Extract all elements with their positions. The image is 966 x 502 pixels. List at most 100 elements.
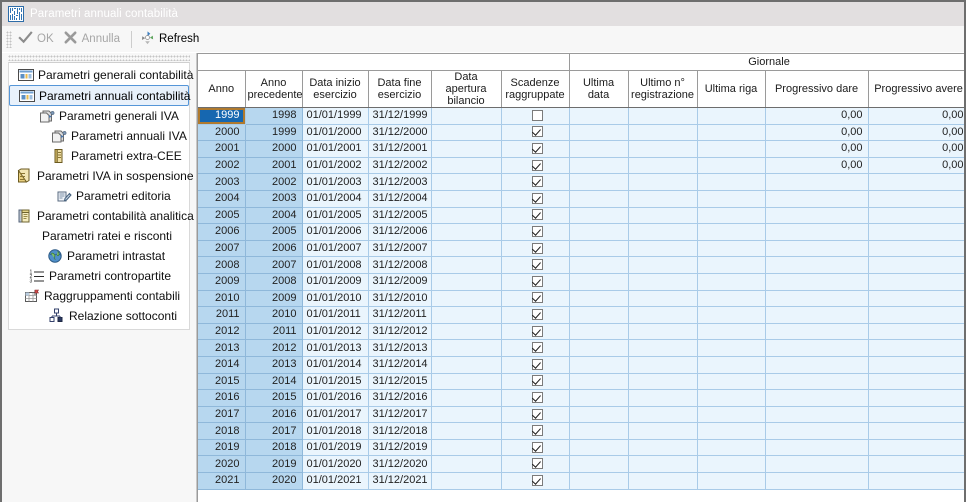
cell-ultima-data[interactable] <box>569 157 629 175</box>
cell-scadenze-raggruppate[interactable] <box>501 472 570 490</box>
checkbox-scadenze-raggruppate[interactable] <box>531 342 543 354</box>
sidebar-item-parametri-intrastat[interactable]: Parametri intrastat <box>9 246 189 266</box>
cell-data-inizio-esercizio[interactable]: 01/01/2018 <box>302 422 369 440</box>
cell-anno-precedente[interactable]: 2007 <box>245 256 303 274</box>
sidebar-item-raggruppamenti-contabili[interactable]: Raggruppamenti contabili <box>9 286 189 306</box>
cell-data-apertura-bilancio[interactable] <box>431 223 502 241</box>
cell-scadenze-raggruppate[interactable] <box>501 240 570 258</box>
cell-anno[interactable]: 2016 <box>198 389 246 407</box>
cell-data-inizio-esercizio[interactable]: 01/01/2015 <box>302 373 369 391</box>
cell-ultima-riga[interactable] <box>697 157 766 175</box>
cell-ultima-riga[interactable] <box>697 406 766 424</box>
table-row[interactable]: 2016 2015 01/01/2016 31/12/2016 <box>198 389 964 407</box>
cell-scadenze-raggruppate[interactable] <box>501 157 570 175</box>
cell-scadenze-raggruppate[interactable] <box>501 140 570 158</box>
checkbox-scadenze-raggruppate[interactable] <box>531 441 543 453</box>
cell-anno-precedente[interactable]: 2009 <box>245 290 303 308</box>
cell-progressivo-dare[interactable] <box>765 323 869 341</box>
cell-scadenze-raggruppate[interactable] <box>501 406 570 424</box>
table-row[interactable]: 2009 2008 01/01/2009 31/12/2009 <box>198 273 964 291</box>
cell-scadenze-raggruppate[interactable] <box>501 173 570 191</box>
cell-data-fine-esercizio[interactable]: 31/12/2021 <box>368 472 432 490</box>
cell-progressivo-dare[interactable] <box>765 207 869 225</box>
cell-ultima-data[interactable] <box>569 439 629 457</box>
cell-data-inizio-esercizio[interactable]: 01/01/2016 <box>302 389 369 407</box>
cell-data-inizio-esercizio[interactable]: 01/01/2004 <box>302 190 369 208</box>
cell-progressivo-dare[interactable]: 0,00 <box>765 107 869 125</box>
cell-ultimo-n-registrazione[interactable] <box>628 173 698 191</box>
cell-progressivo-avere[interactable] <box>868 190 964 208</box>
cell-ultima-data[interactable] <box>569 472 629 490</box>
cell-ultima-riga[interactable] <box>697 223 766 241</box>
table-row[interactable]: 2003 2002 01/01/2003 31/12/2003 <box>198 173 964 191</box>
cell-anno-precedente[interactable]: 2006 <box>245 240 303 258</box>
table-row[interactable]: 2004 2003 01/01/2004 31/12/2004 <box>198 190 964 208</box>
sidebar-item-parametri-generali-iva[interactable]: Parametri generali IVA <box>9 106 189 126</box>
cell-data-fine-esercizio[interactable]: 31/12/2010 <box>368 290 432 308</box>
table-row[interactable]: 2017 2016 01/01/2017 31/12/2017 <box>198 406 964 424</box>
cell-data-inizio-esercizio[interactable]: 01/01/2013 <box>302 339 369 357</box>
cell-ultima-riga[interactable] <box>697 124 766 142</box>
cell-data-apertura-bilancio[interactable] <box>431 422 502 440</box>
sidebar-item-parametri-editoria[interactable]: Parametri editoria <box>9 186 189 206</box>
cell-ultima-data[interactable] <box>569 140 629 158</box>
cell-data-fine-esercizio[interactable]: 31/12/2002 <box>368 157 432 175</box>
sidebar-item-parametri-extra-cee[interactable]: Parametri extra-CEE <box>9 146 189 166</box>
cell-data-apertura-bilancio[interactable] <box>431 240 502 258</box>
cell-data-apertura-bilancio[interactable] <box>431 406 502 424</box>
cell-anno-precedente[interactable]: 2013 <box>245 356 303 374</box>
cell-scadenze-raggruppate[interactable] <box>501 306 570 324</box>
cell-progressivo-dare[interactable] <box>765 290 869 308</box>
cell-ultima-riga[interactable] <box>697 389 766 407</box>
cell-anno[interactable]: 2020 <box>198 455 246 474</box>
cell-data-apertura-bilancio[interactable] <box>431 356 502 374</box>
column-header-scadenze-raggruppate[interactable]: Scadenze raggruppate <box>501 70 570 108</box>
table-row[interactable]: 2002 2001 01/01/2002 31/12/2002 0,00 0,00 <box>198 157 964 175</box>
cell-data-fine-esercizio[interactable]: 31/12/2003 <box>368 173 432 191</box>
checkbox-scadenze-raggruppate[interactable] <box>531 143 543 155</box>
checkbox-scadenze-raggruppate[interactable] <box>531 309 543 321</box>
table-row[interactable]: 2011 2010 01/01/2011 31/12/2011 <box>198 306 964 324</box>
cell-anno-precedente[interactable]: 2008 <box>245 273 303 291</box>
cell-data-apertura-bilancio[interactable] <box>431 439 502 457</box>
cell-progressivo-dare[interactable] <box>765 439 869 457</box>
checkbox-scadenze-raggruppate[interactable] <box>531 226 543 238</box>
checkbox-scadenze-raggruppate[interactable] <box>531 292 543 304</box>
cell-data-fine-esercizio[interactable]: 31/12/2012 <box>368 323 432 341</box>
table-row[interactable]: 2015 2014 01/01/2015 31/12/2015 <box>198 373 964 391</box>
column-header-progressivo-avere[interactable]: Progressivo avere <box>868 70 964 108</box>
cell-ultima-data[interactable] <box>569 356 629 374</box>
cell-ultimo-n-registrazione[interactable] <box>628 373 698 391</box>
cell-data-apertura-bilancio[interactable] <box>431 190 502 208</box>
sidebar-item-parametri-iva-in-sospensione[interactable]: Parametri IVA in sospensione <box>9 166 194 186</box>
table-row[interactable]: 2012 2011 01/01/2012 31/12/2012 <box>198 323 964 341</box>
cell-ultimo-n-registrazione[interactable] <box>628 323 698 341</box>
cell-scadenze-raggruppate[interactable] <box>501 190 570 208</box>
cell-progressivo-dare[interactable] <box>765 223 869 241</box>
table-row[interactable]: 1999 1998 01/01/1999 31/12/1999 0,00 0,00 <box>198 107 964 125</box>
cell-anno[interactable]: 2014 <box>198 356 246 374</box>
checkbox-scadenze-raggruppate[interactable] <box>531 159 543 171</box>
cell-ultima-riga[interactable] <box>697 173 766 191</box>
cell-scadenze-raggruppate[interactable] <box>501 207 570 225</box>
cell-progressivo-avere[interactable]: 0,00 <box>868 124 964 142</box>
cell-ultima-data[interactable] <box>569 323 629 341</box>
cell-anno-precedente[interactable]: 2005 <box>245 223 303 241</box>
table-row[interactable]: 2008 2007 01/01/2008 31/12/2008 <box>198 256 964 274</box>
cell-progressivo-avere[interactable] <box>868 373 964 391</box>
table-row[interactable]: 2018 2017 01/01/2018 31/12/2018 <box>198 422 964 440</box>
table-row[interactable]: 2013 2012 01/01/2013 31/12/2013 <box>198 339 964 357</box>
cell-progressivo-dare[interactable]: 0,00 <box>765 140 869 158</box>
cell-data-apertura-bilancio[interactable] <box>431 472 502 490</box>
cell-anno[interactable]: 2018 <box>198 422 246 440</box>
cell-data-fine-esercizio[interactable]: 31/12/2005 <box>368 207 432 225</box>
cell-progressivo-avere[interactable]: 0,00 <box>868 157 964 175</box>
cell-data-fine-esercizio[interactable]: 31/12/2016 <box>368 389 432 407</box>
sidebar-item-parametri-contropartite[interactable]: 1 2 3 Parametri contropartite <box>9 266 189 286</box>
cell-progressivo-avere[interactable]: 0,00 <box>868 107 964 125</box>
cell-ultimo-n-registrazione[interactable] <box>628 207 698 225</box>
checkbox-scadenze-raggruppate[interactable] <box>531 458 543 470</box>
cell-ultimo-n-registrazione[interactable] <box>628 157 698 175</box>
cell-scadenze-raggruppate[interactable] <box>501 290 570 308</box>
cell-ultima-data[interactable] <box>569 373 629 391</box>
